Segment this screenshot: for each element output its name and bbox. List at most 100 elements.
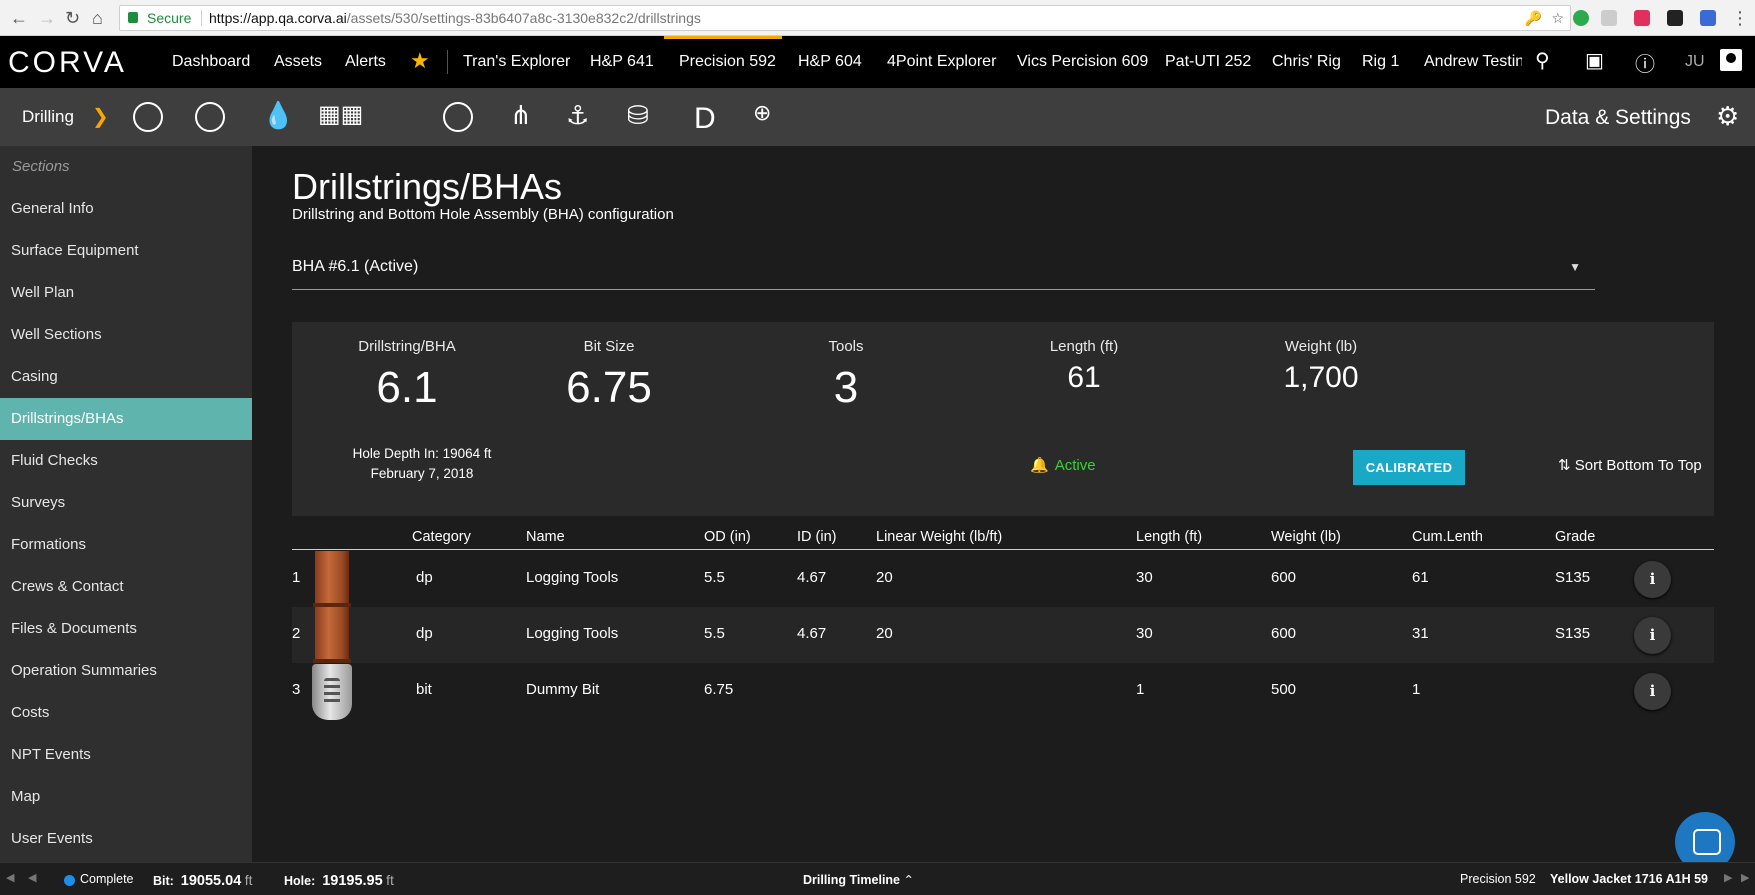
scroll-left-icon[interactable]: ◀ <box>28 871 36 884</box>
grid-icon[interactable]: ▦▦ <box>318 100 363 129</box>
sidebar-item-operation-summaries[interactable]: Operation Summaries <box>0 650 252 692</box>
scroll-left-icon[interactable]: ◀ <box>6 871 14 884</box>
info-icon[interactable] <box>1634 673 1671 710</box>
save-extension-icon[interactable] <box>1700 10 1716 26</box>
sidebar-item-surveys[interactable]: Surveys <box>0 482 252 524</box>
stat-weight: Weight (lb) 1,700 <box>1211 338 1431 395</box>
sidebar-item-well-sections[interactable]: Well Sections <box>0 314 252 356</box>
bookmark-star-icon[interactable]: ☆ <box>1551 6 1564 30</box>
col-linear-weight[interactable]: Linear Weight (lb/ft) <box>876 529 1002 545</box>
database-settings-icon[interactable]: ⛁ <box>627 100 649 131</box>
bha-select-value: BHA #6.1 (Active) <box>292 258 419 275</box>
footer-rig: Precision 592 <box>1460 872 1536 886</box>
grammarly-extension-icon[interactable] <box>1573 10 1589 26</box>
status-label: Complete <box>80 872 134 886</box>
drop-icon[interactable]: 💧 <box>262 100 294 131</box>
home-icon[interactable]: ⌂ <box>92 8 103 29</box>
main-content: Drillstrings/BHAs Drillstring and Bottom… <box>252 146 1755 862</box>
col-grade[interactable]: Grade <box>1555 529 1595 545</box>
bell-icon: 🔔 <box>1030 457 1049 474</box>
rig-tab[interactable]: Chris' Rig <box>1272 53 1341 71</box>
status-dot-icon <box>64 875 75 886</box>
help-icon[interactable]: ⓘ <box>1635 48 1655 77</box>
react-extension-icon[interactable] <box>1667 10 1683 26</box>
add-circle-icon[interactable]: ⊕ <box>753 100 771 126</box>
sidebar-item-npt-events[interactable]: NPT Events <box>0 734 252 776</box>
sidebar-item-formations[interactable]: Formations <box>0 524 252 566</box>
rig-tab[interactable]: Vics Percision 609 <box>1017 53 1148 71</box>
sidebar-item-map[interactable]: Map <box>0 776 252 818</box>
nav-dashboard[interactable]: Dashboard <box>172 53 250 71</box>
compass-icon[interactable] <box>133 102 163 132</box>
hole-depth-info: Hole Depth In: 19064 ft February 7, 2018 <box>352 446 492 481</box>
col-weight[interactable]: Weight (lb) <box>1271 529 1341 545</box>
sidebar-item-user-events[interactable]: User Events <box>0 818 252 860</box>
rig-tab[interactable]: Andrew Testing <box>1424 53 1522 71</box>
table-row[interactable]: 2 dp Logging Tools 5.5 4.67 20 30 600 31… <box>292 607 1714 663</box>
forward-icon[interactable]: → <box>38 8 56 29</box>
nav-assets[interactable]: Assets <box>274 53 322 71</box>
search-icon[interactable]: ⚲ <box>1535 48 1550 73</box>
sidebar-item-well-plan[interactable]: Well Plan <box>0 272 252 314</box>
bha-select[interactable]: BHA #6.1 (Active) ▼ <box>292 258 1595 290</box>
tower-icon[interactable]: ⋔ <box>510 100 532 131</box>
rig-tab[interactable]: 4Point Explorer <box>887 53 996 71</box>
col-length[interactable]: Length (ft) <box>1136 529 1202 545</box>
table-header: Category Name OD (in) ID (in) Linear Wei… <box>292 526 1714 550</box>
col-name[interactable]: Name <box>526 529 565 545</box>
scroll-right-icon[interactable]: ▶ <box>1741 871 1749 884</box>
drillstring-value: 6.1 <box>376 363 438 412</box>
rig-icon[interactable]: ⚓ <box>566 100 589 131</box>
sidebar-item-crews-contact[interactable]: Crews & Contact <box>0 566 252 608</box>
rig-tab[interactable]: H&P 641 <box>590 53 654 71</box>
col-category[interactable]: Category <box>412 529 471 545</box>
calibrated-button[interactable]: CALIBRATED <box>1353 450 1465 485</box>
sidebar-item-fluid-checks[interactable]: Fluid Checks <box>0 440 252 482</box>
scroll-right-icon[interactable]: ▶ <box>1724 871 1732 884</box>
info-icon[interactable] <box>1634 617 1671 654</box>
segment-selector[interactable]: Drilling <box>22 107 74 127</box>
messages-icon[interactable]: ▣ <box>1585 48 1604 73</box>
table-row[interactable]: 1 dp Logging Tools 5.5 4.67 20 30 600 61… <box>292 551 1714 607</box>
key-icon[interactable]: 🔑 <box>1525 6 1542 30</box>
reload-icon[interactable]: ↻ <box>65 8 80 29</box>
col-id[interactable]: ID (in) <box>797 529 836 545</box>
rig-tab-active[interactable]: Precision 592 <box>679 53 776 71</box>
sidebar-item-drillstrings[interactable]: Drillstrings/BHAs <box>0 398 252 440</box>
sort-bottom-to-top-button[interactable]: ⇅ Sort Bottom To Top <box>1558 456 1702 474</box>
sidebar-item-general-info[interactable]: General Info <box>0 188 252 230</box>
stat-bit-size: Bit Size 6.75 <box>499 338 719 413</box>
table-row[interactable]: 3 bit Dummy Bit 6.75 1 500 1 <box>292 663 1714 720</box>
rig-tab[interactable]: Rig 1 <box>1362 53 1399 71</box>
address-bar[interactable]: Secure https://app.qa.corva.ai/assets/53… <box>119 5 1571 31</box>
extension-icon[interactable] <box>1634 10 1650 26</box>
d-icon[interactable]: D <box>694 102 716 136</box>
gauge-icon[interactable] <box>195 102 225 132</box>
active-rig-indicator <box>664 36 782 39</box>
sidebar-item-casing[interactable]: Casing <box>0 356 252 398</box>
corva-logo[interactable]: CORVA <box>8 46 127 80</box>
sidebar-item-files-documents[interactable]: Files & Documents <box>0 608 252 650</box>
rig-tab[interactable]: H&P 604 <box>798 53 862 71</box>
browser-menu-icon[interactable]: ⋮ <box>1731 8 1749 29</box>
user-avatar-icon[interactable] <box>1720 49 1742 71</box>
info-icon[interactable] <box>1634 561 1671 598</box>
rig-tab[interactable]: Tran's Explorer <box>463 53 570 71</box>
wheel-icon[interactable] <box>443 102 473 132</box>
nav-alerts[interactable]: Alerts <box>345 53 386 71</box>
sidebar-item-costs[interactable]: Costs <box>0 692 252 734</box>
col-cum-length[interactable]: Cum.Lenth <box>1412 529 1483 545</box>
drilling-timeline-toggle[interactable]: Drilling Timeline ⌃ <box>803 872 914 887</box>
back-icon[interactable]: ← <box>10 8 28 29</box>
col-od[interactable]: OD (in) <box>704 529 751 545</box>
favorites-star-icon[interactable]: ★ <box>410 48 430 74</box>
active-status: 🔔 Active <box>1030 457 1096 474</box>
dropdown-caret-icon[interactable]: ▼ <box>1569 260 1581 274</box>
chevron-right-icon[interactable]: ❯ <box>92 104 109 129</box>
angular-extension-icon[interactable] <box>1601 10 1617 26</box>
rig-tab[interactable]: Pat-UTI 252 <box>1165 53 1251 71</box>
sidebar-item-surface-equipment[interactable]: Surface Equipment <box>0 230 252 272</box>
gear-icon[interactable]: ⚙ <box>1716 101 1739 132</box>
user-initials[interactable]: JU <box>1685 53 1705 71</box>
status-footer: ◀ ◀ Complete Bit: 19055.04 ft Hole: 1919… <box>0 862 1755 895</box>
